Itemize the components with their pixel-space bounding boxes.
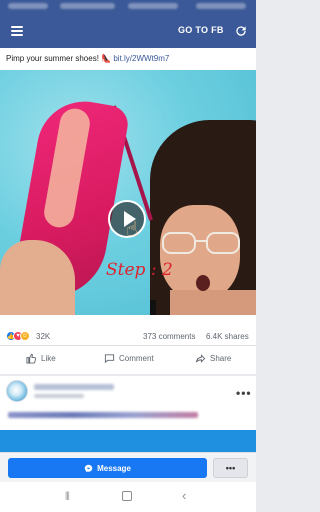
- hand: [0, 240, 75, 315]
- comment-button[interactable]: Comment: [104, 353, 154, 364]
- like-button[interactable]: Like: [26, 353, 56, 364]
- blurred-timestamp: [34, 394, 84, 398]
- share-icon: [195, 354, 206, 363]
- glasses: [162, 232, 242, 254]
- post-text-prefix: Pimp your summer shoes!: [6, 54, 99, 63]
- status-blur: [196, 3, 246, 9]
- post-link[interactable]: bit.ly/2WWt9m7: [113, 54, 169, 63]
- comment-label: Comment: [119, 354, 154, 363]
- reaction-count[interactable]: 32K: [36, 332, 50, 341]
- blurred-page-name: [34, 384, 114, 390]
- shoe-emoji-icon: 👠: [101, 54, 112, 63]
- app-bar: GO TO FB: [0, 14, 256, 48]
- haha-reaction-icon: ☺: [20, 331, 30, 341]
- comments-count[interactable]: 373 comments: [143, 332, 195, 341]
- recent-apps-icon[interactable]: ⦀: [65, 492, 70, 503]
- post-card: Pimp your summer shoes! 👠 bit.ly/2WWt9m7…: [0, 48, 256, 374]
- status-bar: [0, 0, 256, 14]
- post-text: Pimp your summer shoes! 👠 bit.ly/2WWt9m7: [6, 54, 169, 63]
- mouth: [196, 275, 210, 291]
- status-blur: [8, 3, 48, 9]
- back-icon[interactable]: ‹: [182, 489, 186, 502]
- share-button[interactable]: Share: [195, 353, 231, 364]
- hamburger-menu-icon[interactable]: [11, 26, 23, 36]
- refresh-icon[interactable]: [234, 24, 248, 38]
- pointer-hand-icon: ☝: [126, 219, 139, 241]
- message-label: Message: [97, 463, 131, 473]
- avatar[interactable]: [6, 380, 28, 402]
- blue-media-strip: [0, 430, 256, 452]
- status-blur: [128, 3, 178, 9]
- system-nav-bar: ⦀ ‹: [0, 482, 256, 512]
- more-button[interactable]: •••: [213, 458, 248, 478]
- reaction-icons[interactable]: 👍 ♥ ☺: [6, 331, 30, 341]
- more-options-icon[interactable]: •••: [236, 386, 252, 400]
- comment-icon: [104, 354, 115, 364]
- status-blur: [60, 3, 115, 9]
- bottom-action-bar: Message •••: [0, 452, 256, 482]
- blurred-post-card: •••: [0, 376, 256, 430]
- go-to-fb-button[interactable]: GO TO FB: [178, 25, 224, 35]
- like-label: Like: [41, 354, 56, 363]
- blurred-post-text: [8, 412, 198, 418]
- video-thumbnail[interactable]: ☝ Step : 2: [0, 70, 256, 315]
- messenger-icon: [84, 464, 93, 472]
- thumbs-up-icon: [26, 353, 37, 364]
- shares-count[interactable]: 6.4K shares: [206, 332, 249, 341]
- woman-strap: [150, 300, 156, 315]
- step-overlay-text: Step : 2: [106, 260, 173, 280]
- woman-neck: [170, 290, 256, 315]
- post-stats: 👍 ♥ ☺ 32K 373 comments 6.4K shares: [0, 331, 256, 345]
- message-button[interactable]: Message: [8, 458, 207, 478]
- share-label: Share: [210, 354, 232, 363]
- home-icon[interactable]: [122, 491, 132, 501]
- post-actions: Like Comment Share: [0, 345, 256, 372]
